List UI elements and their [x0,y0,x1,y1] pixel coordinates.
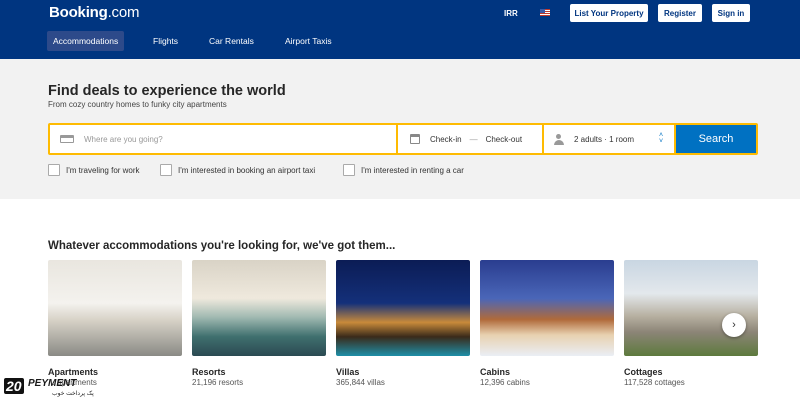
search-button[interactable]: Search [676,125,756,153]
apartments-image[interactable] [48,260,182,356]
page-title: Find deals to experience the world [48,83,286,99]
page-subtitle: From cozy country homes to funky city ap… [48,100,227,109]
accommodation-card-apartments[interactable]: Apartments ... apartments [48,260,182,387]
tab-airport-taxis[interactable]: Airport Taxis [279,31,338,51]
villas-image[interactable] [336,260,470,356]
tab-flights[interactable]: Flights [147,31,184,51]
card-name: Resorts [192,367,226,377]
card-name: Cabins [480,367,511,377]
airport-taxi-checkbox[interactable] [160,164,172,176]
us-flag-icon[interactable] [540,9,550,16]
rent-car-checkbox[interactable] [343,164,355,176]
guests-label: 2 adults · 1 room [574,134,635,144]
destination-input[interactable]: Where are you going? [50,125,396,153]
date-separator: — [469,134,478,144]
tab-car-rentals[interactable]: Car Rentals [203,31,260,51]
bed-icon [60,135,74,143]
airport-taxi-option[interactable]: I'm interested in booking an airport tax… [160,163,315,177]
rent-car-option[interactable]: I'm interested in renting a car [343,163,464,177]
work-travel-option[interactable]: I'm traveling for work [48,163,140,177]
carousel-next-button[interactable]: › [722,313,746,337]
date-picker[interactable]: Check-in — Check-out [398,125,542,153]
cabins-image[interactable] [480,260,614,356]
tab-accommodations[interactable]: Accommodations [47,31,125,51]
register-button[interactable]: Register [658,4,702,22]
watermark-logo: 20 PEYMENT پک پرداخت خوب [0,376,110,400]
accommodation-card-resorts[interactable]: Resorts 21,196 resorts [192,260,326,387]
chevron-updown-icon: ˄ ˅ [658,132,664,145]
accommodation-card-cabins[interactable]: Cabins 12,396 cabins [480,260,614,387]
checkin-label: Check-in [430,134,462,144]
card-name: Villas [336,367,360,377]
cottages-image[interactable] [624,260,758,356]
search-bar: Where are you going? Check-in — Check-ou… [48,123,758,155]
watermark-subtext: پک پرداخت خوب [52,391,94,397]
watermark-text: PEYMENT [28,378,77,389]
chevron-right-icon: › [732,319,736,331]
airport-taxi-label: I'm interested in booking an airport tax… [178,165,316,175]
card-count: 21,196 resorts [192,378,244,387]
card-count: 365,844 villas [336,378,385,387]
calendar-icon [410,134,420,144]
checkout-label: Check-out [485,134,523,144]
booking-logo[interactable]: Booking.com [49,4,140,21]
destination-placeholder: Where are you going? [84,134,163,144]
accommodations-section-title: Whatever accommodations you're looking f… [48,240,396,252]
sign-in-button[interactable]: Sign in [712,4,750,22]
currency-selector[interactable]: IRR [504,9,518,18]
work-travel-label: I'm traveling for work [66,165,140,175]
card-name: Cottages [624,367,663,377]
watermark-number: 20 [4,378,24,394]
card-count: 12,396 cabins [480,378,530,387]
guests-selector[interactable]: 2 adults · 1 room ˄ ˅ [544,125,674,153]
work-travel-checkbox[interactable] [48,164,60,176]
resorts-image[interactable] [192,260,326,356]
person-icon [554,133,564,145]
card-count: 117,528 cottages [624,378,685,387]
rent-car-label: I'm interested in renting a car [361,165,464,175]
accommodation-card-cottages[interactable]: Cottages 117,528 cottages [624,260,758,387]
accommodation-card-villas[interactable]: Villas 365,844 villas [336,260,470,387]
list-your-property-button[interactable]: List Your Property [570,4,648,22]
